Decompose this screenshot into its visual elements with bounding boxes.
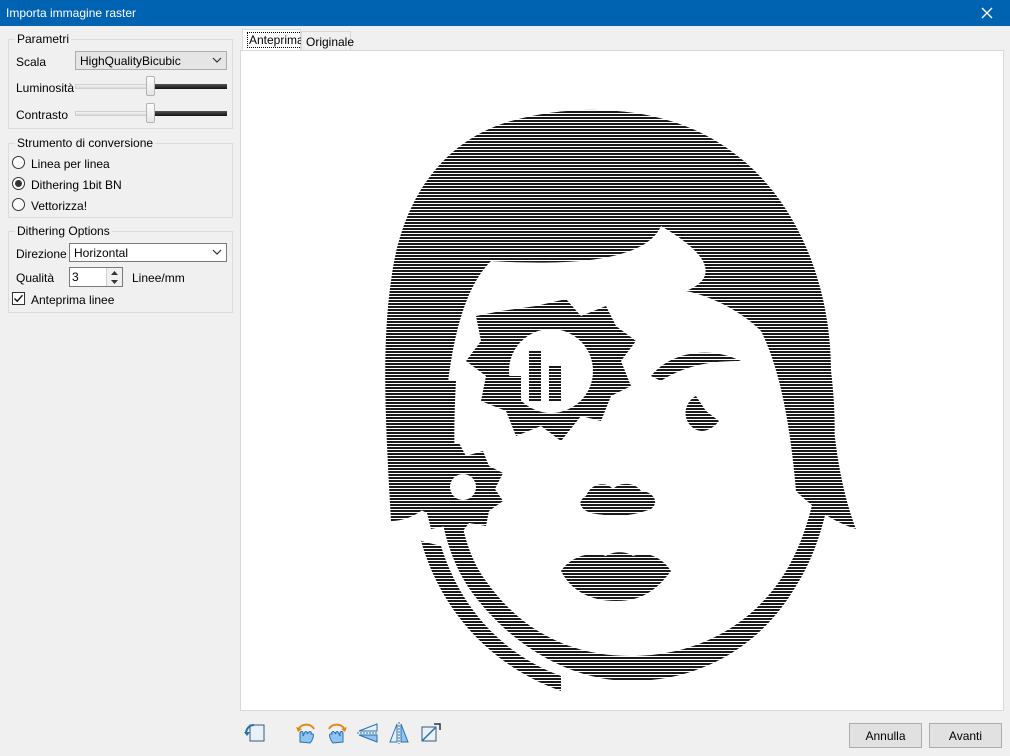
rotate-cw-hand-icon [328, 723, 347, 744]
crop-icon [421, 723, 441, 742]
radio-linea-per-linea[interactable] [12, 156, 25, 169]
direzione-select[interactable]: Horizontal [69, 243, 227, 262]
qualita-label: Qualità [16, 271, 55, 285]
scala-select[interactable]: HighQualityBicubic [75, 51, 227, 70]
rotate-left-icon [244, 724, 265, 742]
tab-originale[interactable]: Originale [301, 31, 355, 50]
qualita-value[interactable]: 3 [72, 270, 79, 284]
next-button-label: Avanti [948, 728, 983, 743]
radio-vettorizza[interactable] [12, 198, 25, 211]
scala-label: Scala [16, 55, 47, 69]
close-icon [981, 7, 993, 19]
luminosita-track-right [151, 84, 227, 89]
luminosita-slider[interactable] [75, 76, 227, 98]
next-button[interactable]: Avanti [929, 723, 1002, 748]
radio-label-vettorizza: Vettorizza! [31, 199, 88, 213]
dithered-face-image [385, 109, 856, 691]
crop-button[interactable] [417, 720, 443, 746]
flip-horizontal-icon [357, 723, 378, 743]
rotate-ccw-hand-icon [296, 723, 315, 744]
qualita-spinner[interactable]: 3 [69, 267, 123, 287]
contrasto-track-left [75, 111, 151, 116]
anteprima-linee-checkbox[interactable] [12, 292, 25, 305]
tab-anteprima[interactable]: Anteprima [242, 29, 306, 50]
caret-down-icon [111, 279, 118, 284]
scala-value: HighQualityBicubic [80, 54, 181, 68]
dithering-legend: Dithering Options [15, 224, 112, 238]
luminosita-label: Luminosità [16, 81, 75, 95]
flip-horizontal-button[interactable] [355, 720, 381, 746]
radio-dithering[interactable] [12, 177, 25, 190]
rotate-ccw-hand-button[interactable] [293, 720, 319, 746]
chevron-down-icon [212, 57, 222, 63]
contrasto-slider[interactable] [75, 103, 227, 125]
window-title: Importa immagine raster [6, 6, 137, 20]
rotate-cw-hand-button[interactable] [324, 720, 350, 746]
qualita-unit: Linee/mm [132, 271, 185, 285]
luminosita-thumb[interactable] [146, 76, 155, 96]
chevron-down-icon [212, 249, 222, 255]
luminosita-track-left [75, 84, 151, 89]
close-button[interactable] [964, 0, 1010, 26]
caret-up-icon [111, 270, 118, 275]
cancel-button-label: Annulla [865, 728, 906, 743]
radio-label-dithering: Dithering 1bit BN [31, 178, 122, 192]
flip-vertical-button[interactable] [386, 720, 412, 746]
flip-vertical-icon [389, 722, 409, 744]
tab-originale-label: Originale [306, 35, 355, 49]
strumento-legend: Strumento di conversione [15, 136, 156, 150]
anteprima-linee-label: Anteprima linee [31, 293, 115, 307]
parametri-legend: Parametri [15, 32, 72, 46]
direzione-label: Direzione [16, 247, 67, 261]
rotate-left-button[interactable] [242, 720, 268, 746]
contrasto-thumb[interactable] [146, 103, 155, 123]
radio-label-linea-per-linea: Linea per linea [31, 157, 110, 171]
direzione-value: Horizontal [74, 246, 129, 260]
spinner-up-button[interactable] [107, 268, 122, 277]
cancel-button[interactable]: Annulla [849, 723, 922, 748]
contrasto-track-right [151, 111, 227, 116]
contrasto-label: Contrasto [16, 108, 69, 122]
preview-area[interactable] [240, 50, 1004, 711]
title-bar: Importa immagine raster [0, 0, 1010, 26]
checkmark-icon [14, 294, 24, 303]
tab-anteprima-label: Anteprima [247, 32, 306, 48]
spinner-down-button[interactable] [107, 277, 122, 286]
